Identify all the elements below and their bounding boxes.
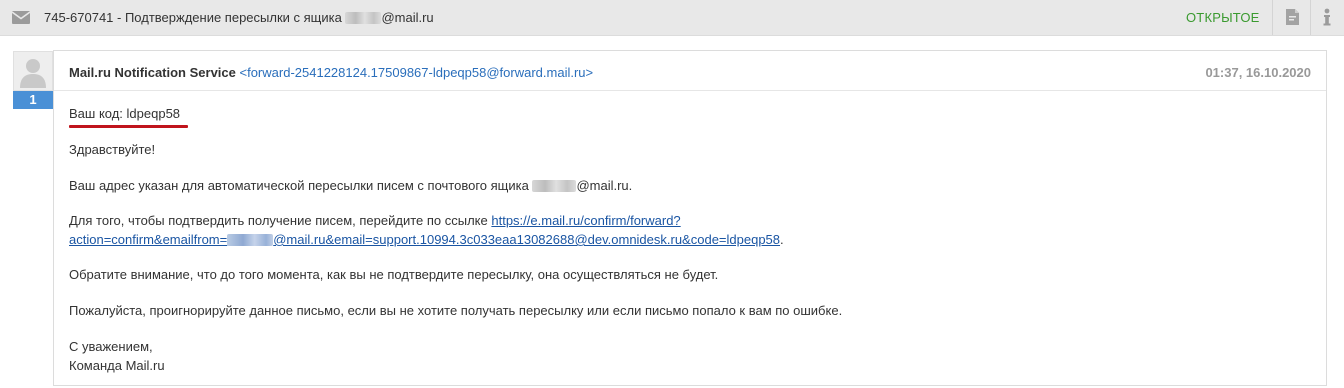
greeting: Здравствуйте! — [69, 142, 156, 157]
ticket-subject: 745-670741 - Подтверждение пересылки с я… — [44, 10, 434, 25]
paragraph-text: @mail.ru. — [576, 178, 633, 193]
user-silhouette-icon — [20, 59, 46, 88]
paragraph-text: . — [780, 232, 784, 247]
confirm-link-continued[interactable]: action=confirm&emailfrom= @mail.ru&email=… — [69, 232, 780, 247]
divider — [1310, 0, 1311, 35]
sender-name: Mail.ru Notification Service — [69, 65, 236, 80]
subject-suffix: @mail.ru — [381, 10, 434, 25]
divider — [1272, 0, 1273, 35]
link-text[interactable]: @mail.ru&email=support.10994.3c033eaa130… — [273, 232, 780, 247]
paragraph-ignore: Пожалуйста, проигнорируйте данное письмо… — [69, 303, 843, 318]
signature-line: С уважением, — [69, 339, 153, 354]
paragraph-text: Ваш адрес указан для автоматической пере… — [69, 178, 529, 193]
message-panel: Mail.ru Notification Service <forward-25… — [53, 50, 1327, 386]
message-counter-badge: 1 — [13, 91, 53, 109]
ticket-status-badge[interactable]: ОТКРЫТОЕ — [1186, 10, 1260, 25]
message-header: Mail.ru Notification Service <forward-25… — [54, 51, 1326, 91]
info-icon[interactable] — [1322, 8, 1332, 26]
avatar — [13, 51, 53, 91]
sender-address[interactable]: <forward-2541228124.17509867-ldpeqp58@fo… — [240, 65, 594, 80]
subject-prefix: 745-670741 - Подтверждение пересылки с я… — [44, 10, 342, 25]
message-sender: Mail.ru Notification Service <forward-25… — [69, 65, 593, 80]
redacted-email — [345, 12, 382, 24]
document-icon[interactable] — [1286, 9, 1299, 25]
paragraph-confirm: Для того, чтобы подтвердить получение пи… — [69, 213, 681, 228]
link-text[interactable]: action=confirm&emailfrom= — [69, 232, 227, 247]
confirm-link[interactable]: https://e.mail.ru/confirm/forward? — [491, 213, 680, 228]
signature-line: Команда Mail.ru — [69, 358, 165, 373]
message-date: 01:37, 16.10.2020 — [1205, 65, 1311, 80]
ticket-header-bar: 745-670741 - Подтверждение пересылки с я… — [0, 0, 1344, 36]
redacted-email — [532, 180, 577, 192]
paragraph-text: Для того, чтобы подтвердить получение пи… — [69, 213, 488, 228]
paragraph-forwarding-notice: Ваш адрес указан для автоматической пере… — [69, 178, 632, 193]
paragraph-note: Обратите внимание, что до того момента, … — [69, 267, 719, 282]
redacted-email[interactable] — [227, 234, 274, 246]
paragraph-confirm-continued: action=confirm&emailfrom= @mail.ru&email=… — [69, 232, 784, 247]
envelope-icon — [12, 11, 30, 24]
confirmation-code: Ваш код: ldpeqp58 — [69, 106, 181, 121]
code-highlight-underline — [69, 125, 188, 128]
